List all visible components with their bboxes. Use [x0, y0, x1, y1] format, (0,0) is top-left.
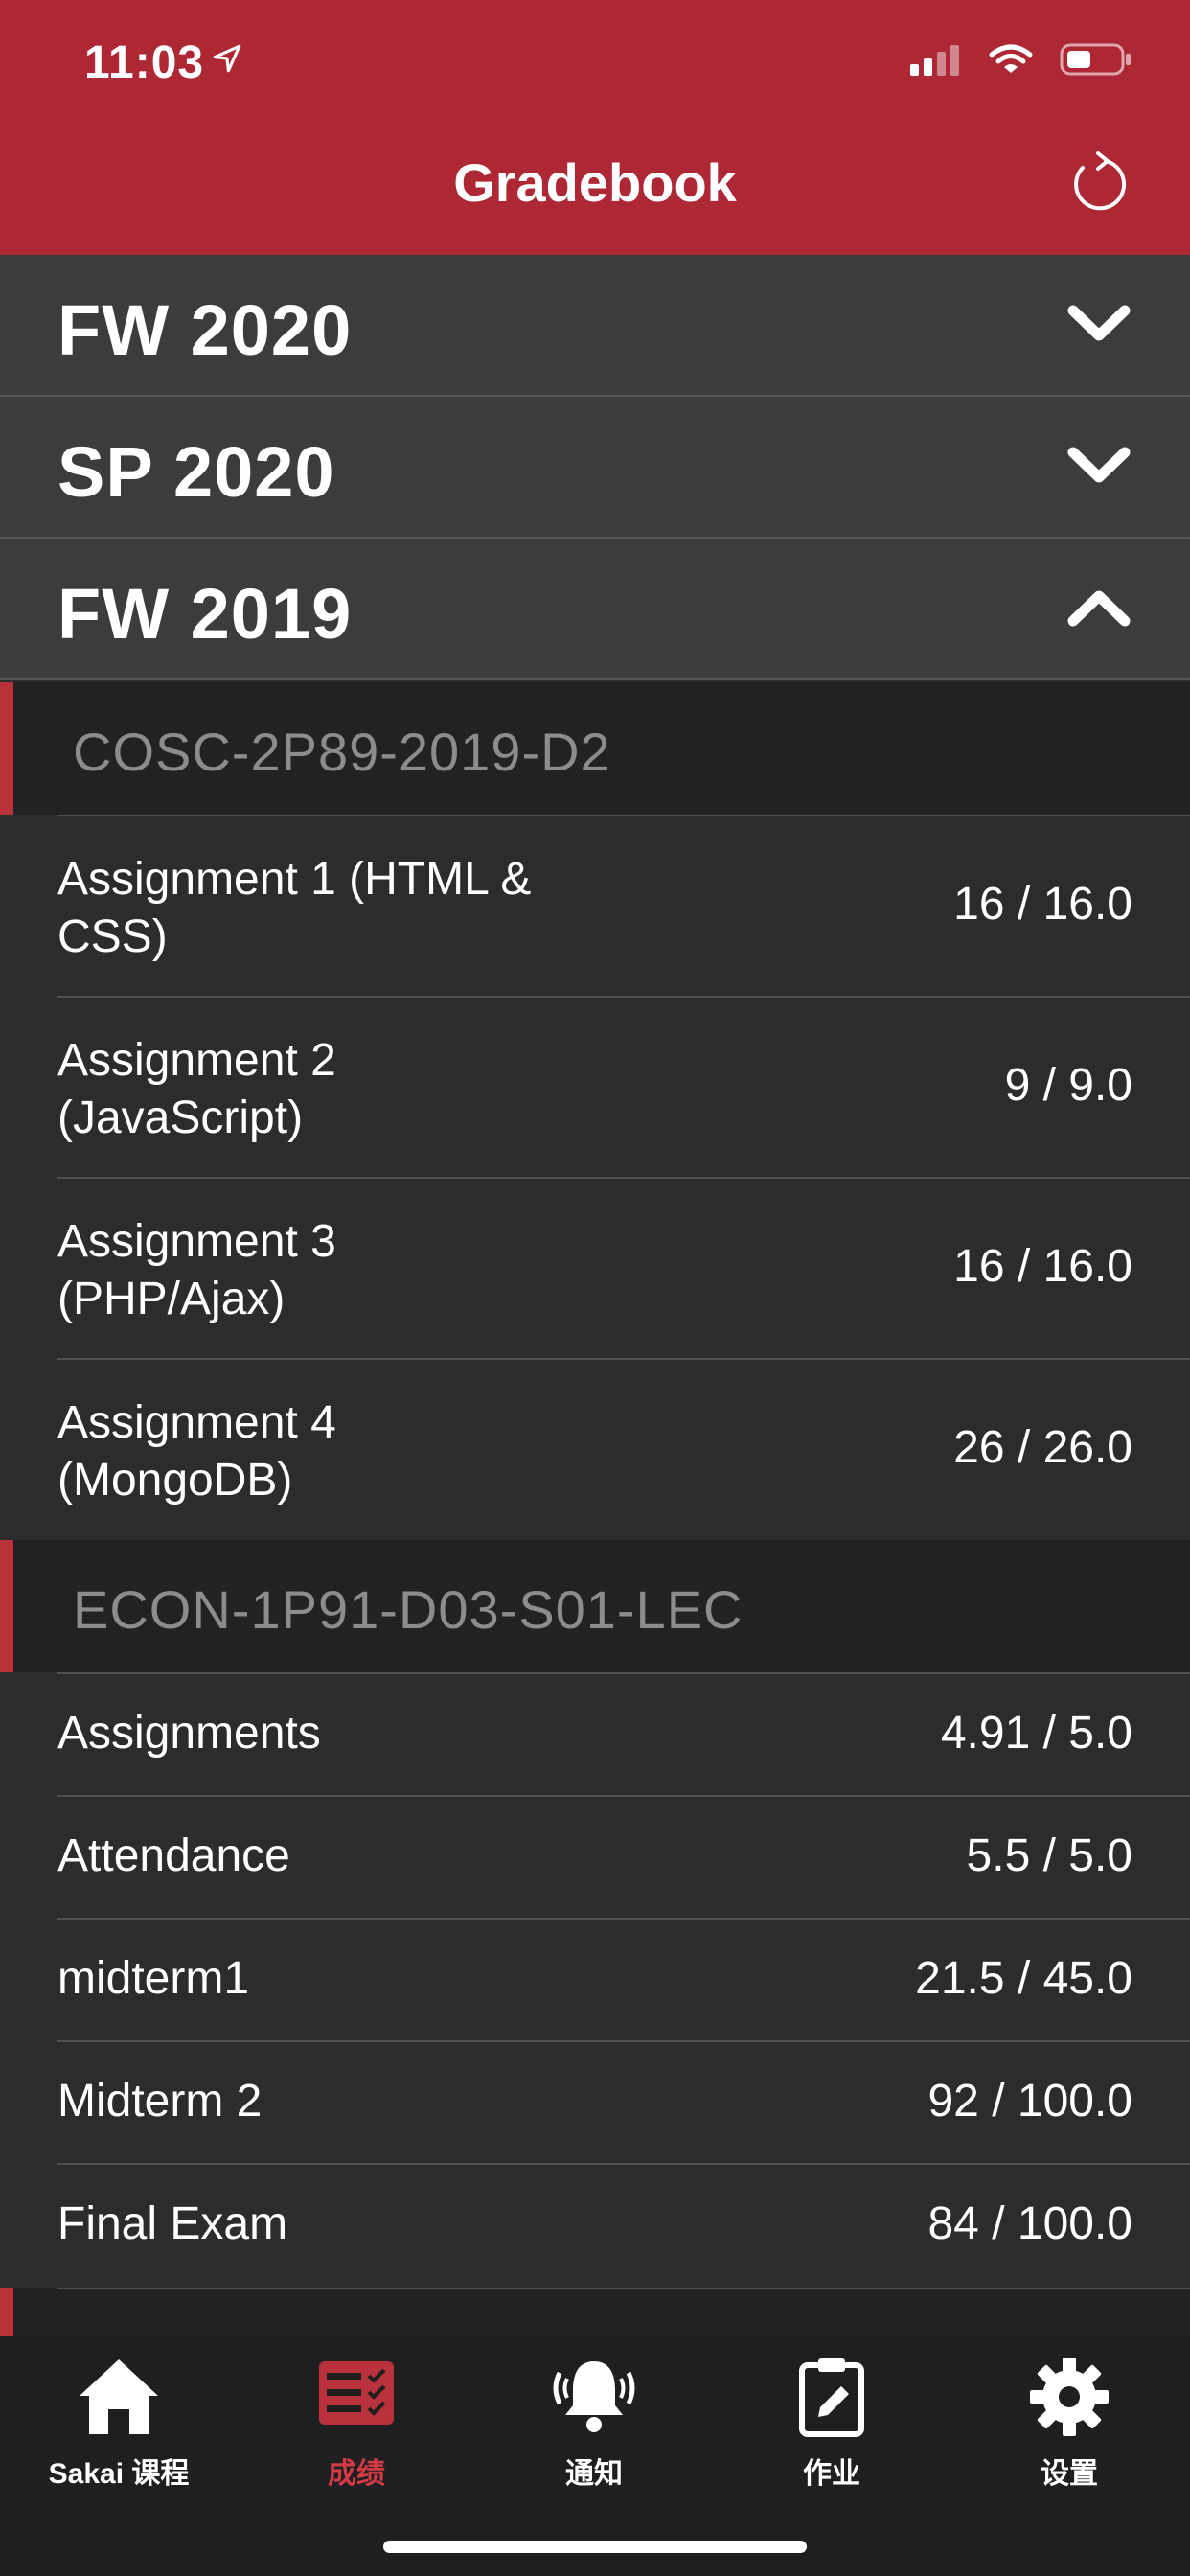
term-label: FW 2020	[57, 290, 353, 370]
tab-notifications[interactable]: 通知	[475, 2336, 713, 2528]
refresh-icon	[1074, 151, 1127, 211]
tab-label: Sakai 课程	[48, 2458, 190, 2490]
grade-item-score: 84 / 100.0	[927, 2198, 1133, 2249]
grade-item-name: Assignment 2 (JavaScript)	[57, 1035, 336, 1143]
grade-row[interactable]: Assignment 2 (JavaScript) 9 / 9.0	[0, 996, 1190, 1177]
course-accent-bar	[0, 1540, 13, 1672]
grade-row[interactable]: Assignment 1 (HTML & CSS) 16 / 16.0	[0, 815, 1190, 996]
assignment-icon	[799, 2358, 864, 2437]
grade-item-score: 16 / 16.0	[953, 1241, 1133, 1292]
course-header[interactable]: ECON-1P91-D03-S01-LEC	[0, 1540, 1190, 1672]
course-code: ECON-1P91-D03-S01-LEC	[73, 1579, 744, 1640]
grade-row[interactable]: Final Exam 84 / 100.0	[0, 2163, 1190, 2286]
grade-row[interactable]: Assignment 3 (PHP/Ajax) 16 / 16.0	[0, 1177, 1190, 1358]
signal-icon	[910, 43, 962, 80]
tab-settings[interactable]: 设置	[950, 2336, 1188, 2528]
grade-row[interactable]: Assignment 4 (MongoDB) 26 / 26.0	[0, 1358, 1190, 1539]
term-label: FW 2019	[57, 574, 353, 654]
top-bar: 11:03 Gradebook	[0, 0, 1190, 255]
status-icons	[910, 42, 1133, 81]
course-accent-bar	[0, 682, 13, 815]
grade-item-name: Assignment 1 (HTML & CSS)	[57, 854, 532, 962]
grade-item-name: Assignment 4 (MongoDB)	[57, 1397, 336, 1506]
grade-row[interactable]: Assignments 4.91 / 5.0	[0, 1672, 1190, 1795]
chevron-up-icon	[1067, 590, 1131, 627]
grade-item-name: Midterm 2	[57, 2076, 263, 2127]
term-row[interactable]: SP 2020	[0, 397, 1190, 539]
grade-item-score: 92 / 100.0	[927, 2076, 1133, 2127]
tab-assignments[interactable]: 作业	[713, 2336, 950, 2528]
course-header[interactable]: COSC-2P89-2019-D2	[0, 682, 1190, 815]
grade-row[interactable]: Midterm 2 92 / 100.0	[0, 2040, 1190, 2163]
location-arrow-icon	[211, 42, 243, 80]
chevron-down-icon	[1067, 447, 1131, 483]
grade-item-name: Assignment 3 (PHP/Ajax)	[57, 1216, 336, 1324]
bell-icon	[553, 2361, 635, 2432]
home-indicator[interactable]	[383, 2541, 807, 2553]
tab-gradebook[interactable]: 成绩	[238, 2336, 475, 2528]
term-row[interactable]: FW 2020	[0, 255, 1190, 397]
term-row[interactable]: FW 2019	[0, 539, 1190, 680]
grade-item-score: 16 / 16.0	[953, 879, 1133, 930]
grade-item-name: Attendance	[57, 1830, 290, 1881]
wifi-icon	[989, 43, 1033, 80]
grade-item-score: 21.5 / 45.0	[915, 1953, 1133, 2004]
tab-label: 成绩	[328, 2458, 385, 2490]
page-title: Gradebook	[453, 152, 737, 213]
grade-item-score: 9 / 9.0	[1004, 1060, 1133, 1111]
grade-row[interactable]: midterm1 21.5 / 45.0	[0, 1918, 1190, 2040]
grade-item-score: 26 / 26.0	[953, 1422, 1133, 1473]
gradebook-icon	[319, 2361, 394, 2425]
course-code: COSC-2P89-2019-D2	[73, 722, 611, 782]
tab-label: 通知	[565, 2458, 623, 2490]
grade-item-score: 4.91 / 5.0	[940, 1708, 1133, 1759]
grade-item-name: midterm1	[57, 1953, 250, 2004]
grade-item-score: 5.5 / 5.0	[966, 1830, 1133, 1881]
home-icon	[80, 2359, 158, 2434]
tab-label: 设置	[1041, 2458, 1098, 2490]
tab-courses[interactable]: Sakai 课程	[0, 2336, 238, 2528]
term-label: SP 2020	[57, 432, 335, 512]
refresh-button[interactable]	[1067, 151, 1131, 215]
tab-label: 作业	[803, 2458, 860, 2490]
gear-icon	[1030, 2358, 1109, 2436]
chevron-down-icon	[1067, 305, 1131, 341]
grade-row[interactable]: Attendance 5.5 / 5.0	[0, 1795, 1190, 1918]
grade-item-name: Final Exam	[57, 2198, 288, 2249]
grade-item-name: Assignments	[57, 1708, 321, 1759]
status-time: 11:03	[84, 37, 205, 88]
battery-icon	[1060, 42, 1133, 81]
